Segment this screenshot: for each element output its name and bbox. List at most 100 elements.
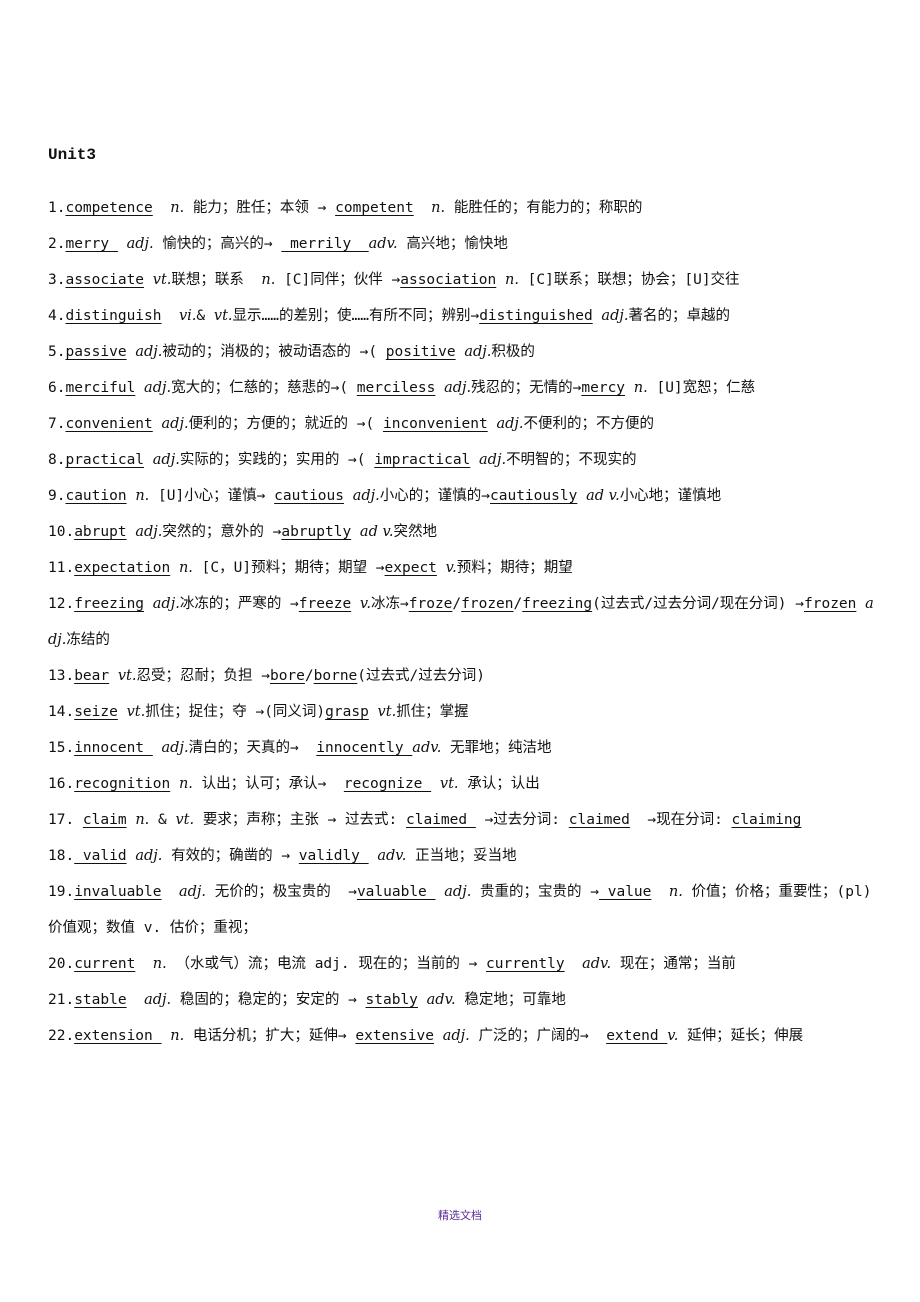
entry-number: 20.: [48, 956, 75, 972]
part-of-speech: vt.: [213, 308, 233, 324]
vocab-entry: 9.caution n. [U]小心；谨慎→ cautious adj.小心的；…: [48, 478, 878, 514]
entry-number: 8.: [48, 452, 66, 468]
definition-text: 愉快的；高兴的→: [153, 236, 282, 252]
part-of-speech: adv.: [412, 740, 442, 756]
entry-number: 1.: [48, 200, 66, 216]
definition-text: [U]小心；谨慎→: [149, 488, 275, 504]
definition-text: (过去式/过去分词): [357, 668, 485, 684]
definition-text: 广泛的；广阔的→: [469, 1028, 607, 1044]
vocab-word: claimed: [568, 812, 630, 828]
part-of-speech: adv.: [368, 236, 398, 252]
vocab-word: valuable: [356, 884, 436, 900]
definition-text: 冰冻的；严寒的 →: [179, 596, 299, 612]
part-of-speech: n.: [152, 956, 167, 972]
vocab-word: caution: [65, 488, 127, 504]
vocab-word: merrily: [281, 236, 369, 252]
definition-text: [153, 416, 162, 432]
definition-text: [436, 884, 445, 900]
definition-text: [496, 272, 505, 288]
definition-text: [C]同伴；伙伴 →: [275, 272, 401, 288]
page-footer: 精选文档: [438, 1209, 482, 1222]
part-of-speech: adj.: [464, 344, 492, 360]
definition-text: 有效的；确凿的 →: [162, 848, 299, 864]
definition-text: [C]联系；联想；协会；[U]交往: [518, 272, 740, 288]
part-of-speech: v.: [445, 560, 457, 576]
definition-text: 承认；认出: [458, 776, 540, 792]
vocab-entry: 2.merry adj. 愉快的；高兴的→ merrily adv. 高兴地；愉…: [48, 226, 878, 262]
entry-number: 6.: [48, 380, 66, 396]
vocab-entry: 8.practical adj.实际的；实践的；实用的 →( impractic…: [48, 442, 878, 478]
vocab-word: value: [599, 884, 652, 900]
definition-text: [162, 884, 179, 900]
vocab-entry: 21.stable adj. 稳固的；稳定的；安定的 → stably adv.…: [48, 982, 878, 1018]
part-of-speech: adv.: [426, 992, 456, 1008]
definition-text: 显示……的差别；使……有所不同；辨别→: [232, 308, 480, 324]
vocab-word: abrupt: [74, 524, 127, 540]
part-of-speech: adj.: [126, 236, 154, 252]
definition-text: [127, 344, 136, 360]
entry-number: 17.: [48, 812, 83, 828]
definition-text: [414, 200, 431, 216]
entry-number: 22.: [48, 1028, 75, 1044]
definition-text: 无罪地；纯洁地: [441, 740, 552, 756]
part-of-speech: vt.: [377, 704, 397, 720]
vocab-entry: 13.bear vt.忍受；忍耐；负担 →bore/borne(过去式/过去分词…: [48, 658, 878, 694]
definition-text: [127, 812, 136, 828]
vocab-entry: 7.convenient adj.便利的；方便的；就近的 →( inconven…: [48, 406, 878, 442]
vocab-word: abruptly: [281, 524, 352, 540]
definition-text: [153, 200, 170, 216]
definition-text: 不明智的；不现实的: [506, 452, 637, 468]
vocab-entry: 4.distinguish vi.& vt.显示……的差别；使……有所不同；辨别…: [48, 298, 878, 334]
vocab-word: merciless: [356, 380, 436, 396]
part-of-speech: n.: [135, 812, 150, 828]
vocab-word: merry: [65, 236, 118, 252]
definition-text: [625, 380, 634, 396]
part-of-speech: vt.: [152, 272, 172, 288]
definition-text: [369, 704, 378, 720]
vocabulary-list: Unit3 1.competence n. 能力；胜任；本领 → compete…: [48, 140, 920, 1054]
part-of-speech: n.: [178, 776, 193, 792]
vocab-word: associate: [65, 272, 145, 288]
definition-text: 小心地；谨慎地: [619, 488, 722, 504]
part-of-speech: adj.: [135, 848, 163, 864]
vocab-word: grasp: [325, 704, 369, 720]
part-of-speech: adj.: [135, 344, 163, 360]
vocab-word: extensive: [355, 1028, 434, 1044]
vocab-word: mercy: [581, 380, 626, 396]
part-of-speech: n.: [431, 200, 446, 216]
definition-text: 现在；通常；当前: [611, 956, 736, 972]
definition-text: 正当地；妥当地: [406, 848, 517, 864]
vocab-word: extension: [74, 1028, 162, 1044]
definition-text: &: [196, 308, 214, 324]
definition-text: [144, 596, 153, 612]
part-of-speech: adj.: [144, 992, 172, 1008]
definition-text: 著名的；卓越的: [628, 308, 730, 324]
vocab-word: recognition: [74, 776, 171, 792]
vocab-word: competent: [335, 200, 414, 216]
definition-text: [577, 488, 586, 504]
vocab-entry: 17. claim n. & vt. 要求；声称；主张 → 过去式: claim…: [48, 802, 920, 838]
vocab-entry: 19.invaluable adj. 无价的；极宝贵的 →valuable ad…: [48, 874, 878, 946]
definition-text: /: [513, 596, 523, 612]
vocab-entry: 16.recognition n. 认出；认可；承认→ recognize vt…: [48, 766, 878, 802]
definition-text: 稳固的；稳定的；安定的 →: [171, 992, 366, 1008]
vocab-word: freezing: [74, 596, 145, 612]
entry-number: 14.: [48, 704, 75, 720]
vocab-word: froze: [408, 596, 453, 612]
vocab-word: currently: [486, 956, 565, 972]
definition-text: 抓住；掌握: [396, 704, 469, 720]
entry-number: 4.: [48, 308, 66, 324]
definition-text: [565, 956, 582, 972]
definition-text: 高兴地；愉快地: [397, 236, 508, 252]
vocab-word: recognize: [343, 776, 432, 792]
definition-text: [170, 560, 179, 576]
vocab-word: innocently: [316, 740, 413, 756]
definition-text: [C，U]预料；期待；期望 →: [192, 560, 385, 576]
vocab-word: impractical: [374, 452, 471, 468]
definition-text: 稳定地；可靠地: [455, 992, 566, 1008]
part-of-speech: adj.: [144, 380, 172, 396]
definition-text: /: [452, 596, 462, 612]
definition-text: 联想；联系: [171, 272, 262, 288]
definition-text: 忍受；忍耐；负担 →: [136, 668, 270, 684]
part-of-speech: ad v.: [586, 488, 620, 504]
